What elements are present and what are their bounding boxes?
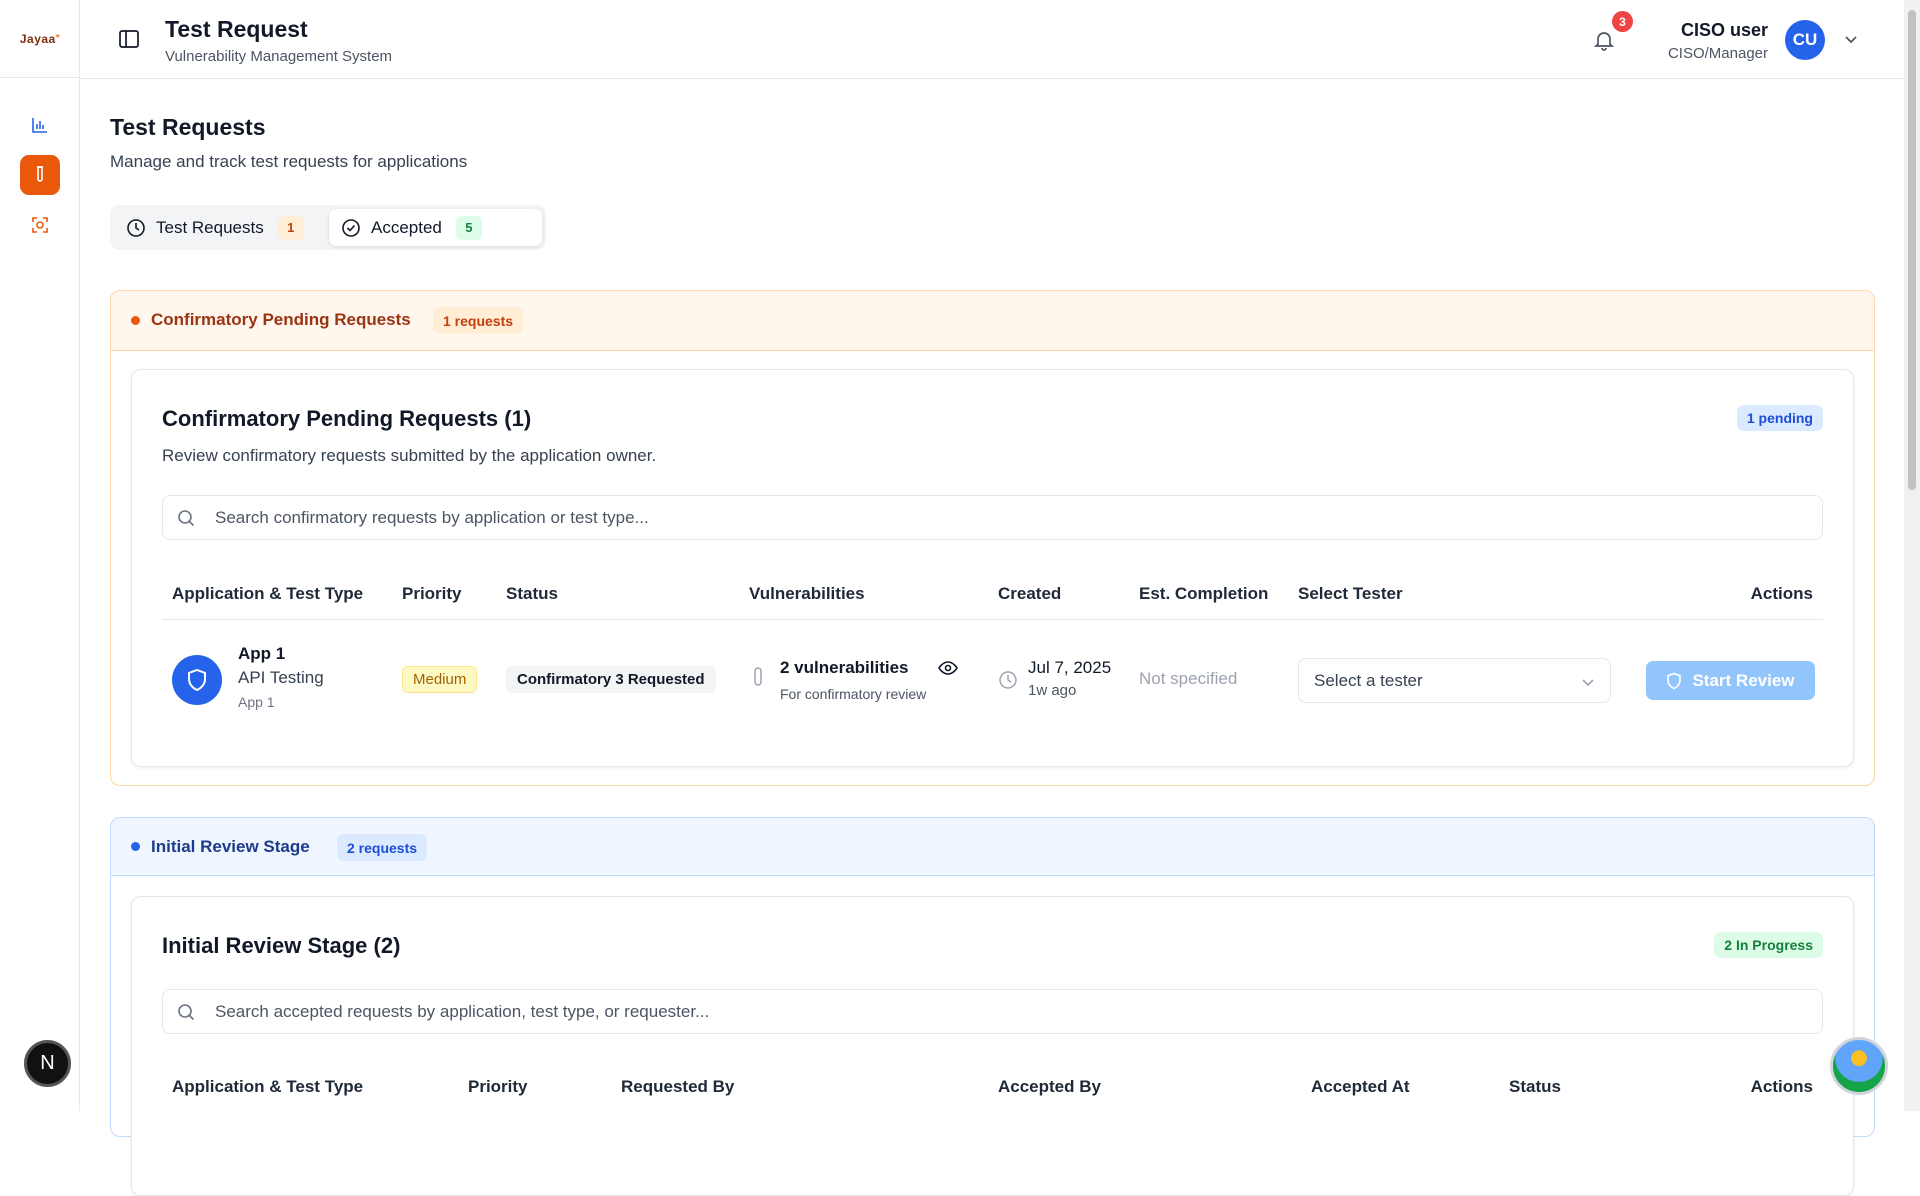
col-header: Application & Test Type — [172, 584, 364, 603]
clock-icon — [127, 218, 145, 237]
nav-scan[interactable] — [20, 205, 60, 245]
user-menu-avatar[interactable]: N — [24, 1040, 71, 1087]
search-icon — [178, 1004, 195, 1021]
tab-count: 5 — [455, 215, 482, 240]
created-relative: 1w ago — [1028, 682, 1077, 699]
user-avatar[interactable]: CU — [1785, 20, 1825, 60]
tab-list: Test Requests 1 Accepted 5 — [110, 205, 546, 250]
page-header-subtitle: Vulnerability Management System — [165, 48, 393, 65]
initial-review-section: Initial Review Stage 2 requests Initial … — [110, 817, 1875, 1196]
test-type: API Testing — [238, 668, 324, 687]
app-avatar — [172, 655, 222, 705]
nav-test-requests[interactable] — [20, 155, 60, 195]
page-subtitle: Manage and track test requests for appli… — [110, 152, 468, 171]
priority-badge: Medium — [402, 666, 478, 693]
col-header: Actions — [1750, 584, 1813, 603]
chevron-down-icon[interactable] — [1842, 30, 1860, 48]
start-review-button[interactable]: Start Review — [1646, 661, 1815, 700]
confirmatory-section: Confirmatory Pending Requests 1 requests… — [110, 290, 1875, 786]
col-header: Actions — [1750, 1077, 1813, 1096]
confirmatory-search — [162, 495, 1823, 540]
top-header: Test Request Vulnerability Management Sy… — [80, 0, 1904, 79]
search-icon — [178, 510, 195, 527]
tester-select[interactable]: Select a tester — [1298, 658, 1611, 703]
vulnerability-count: 2 vulnerabilities — [780, 658, 909, 677]
col-header: Application & Test Type — [172, 1077, 364, 1096]
tab-accepted[interactable]: Accepted 5 — [329, 209, 542, 246]
initial-review-card: Initial Review Stage (2) 2 In Progress A… — [131, 896, 1854, 1196]
col-header: Accepted At — [1311, 1077, 1410, 1096]
sidebar-toggle-icon[interactable] — [118, 28, 140, 50]
pending-badge: 1 pending — [1736, 405, 1823, 431]
notification-badge: 3 — [1612, 11, 1633, 32]
col-header: Status — [1509, 1077, 1561, 1096]
eye-icon[interactable] — [938, 660, 958, 676]
col-header: Est. Completion — [1139, 584, 1269, 603]
section-label: Initial Review Stage — [151, 837, 310, 856]
bar-chart-icon — [32, 118, 47, 133]
page-header-title: Test Request — [165, 16, 308, 42]
card-subtitle: Review confirmatory requests submitted b… — [162, 446, 657, 465]
page-scrollbar[interactable] — [1904, 0, 1920, 1111]
tab-label: Accepted — [371, 217, 442, 237]
col-header: Accepted By — [998, 1077, 1101, 1096]
user-role: CISO/Manager — [1667, 45, 1768, 62]
col-header: Priority — [468, 1077, 528, 1096]
check-circle-icon — [342, 218, 360, 237]
sidebar: Jayaa * N — [0, 0, 80, 1111]
tester-select-value: Select a tester — [1314, 670, 1423, 690]
card-title: Confirmatory Pending Requests (1) — [162, 406, 532, 431]
chevron-down-icon — [1582, 679, 1594, 687]
vulnerability-note: For confirmatory review — [780, 686, 927, 702]
section-count-badge: 2 requests — [337, 834, 428, 861]
col-header: Created — [998, 584, 1062, 603]
nav-analytics[interactable] — [20, 105, 60, 145]
scan-icon — [32, 217, 48, 233]
est-completion: Not specified — [1139, 669, 1238, 688]
col-header: Priority — [402, 584, 462, 603]
assistant-launcher-icon[interactable] — [1830, 1037, 1888, 1095]
section-count-badge: 1 requests — [433, 307, 524, 334]
col-header: Status — [506, 584, 558, 603]
user-name: CISO user — [1680, 20, 1768, 40]
page-title: Test Requests — [110, 114, 266, 140]
shield-icon — [1667, 672, 1682, 689]
header-divider — [162, 619, 1823, 620]
tab-test-requests[interactable]: Test Requests 1 — [114, 209, 326, 246]
test-tube-icon — [37, 166, 43, 182]
tab-label: Test Requests — [156, 217, 264, 237]
brand-logo-mark: * — [55, 33, 61, 44]
tab-count: 1 — [277, 215, 304, 240]
app-subtitle: App 1 — [238, 694, 275, 710]
bell-icon[interactable] — [1592, 28, 1616, 52]
col-header: Requested By — [621, 1077, 735, 1096]
created-date: Jul 7, 2025 — [1028, 658, 1112, 677]
status-dot — [131, 316, 140, 325]
initial-review-section-header: Initial Review Stage 2 requests — [111, 818, 1874, 876]
section-label: Confirmatory Pending Requests — [151, 310, 411, 329]
status-badge: Confirmatory 3 Requested — [506, 666, 716, 693]
in-progress-badge: 2 In Progress — [1714, 932, 1823, 958]
card-title: Initial Review Stage (2) — [162, 933, 401, 958]
app-name: App 1 — [238, 644, 286, 663]
scrollbar-thumb[interactable] — [1908, 10, 1916, 490]
confirmatory-section-header: Confirmatory Pending Requests 1 requests — [111, 291, 1874, 351]
search-input[interactable] — [213, 990, 1803, 1033]
col-header: Vulnerabilities — [749, 584, 865, 603]
status-dot — [131, 842, 140, 851]
clock-icon — [999, 671, 1017, 689]
confirmatory-card: Confirmatory Pending Requests (1) 1 pend… — [131, 369, 1854, 767]
test-tube-icon — [754, 667, 762, 686]
search-input[interactable] — [213, 496, 1803, 539]
brand-logo[interactable]: Jayaa * — [0, 0, 80, 78]
col-header: Select Tester — [1298, 584, 1403, 603]
start-review-label: Start Review — [1692, 670, 1795, 690]
shield-icon — [188, 668, 206, 692]
brand-logo-text: Jayaa — [19, 31, 56, 46]
accepted-search — [162, 989, 1823, 1034]
